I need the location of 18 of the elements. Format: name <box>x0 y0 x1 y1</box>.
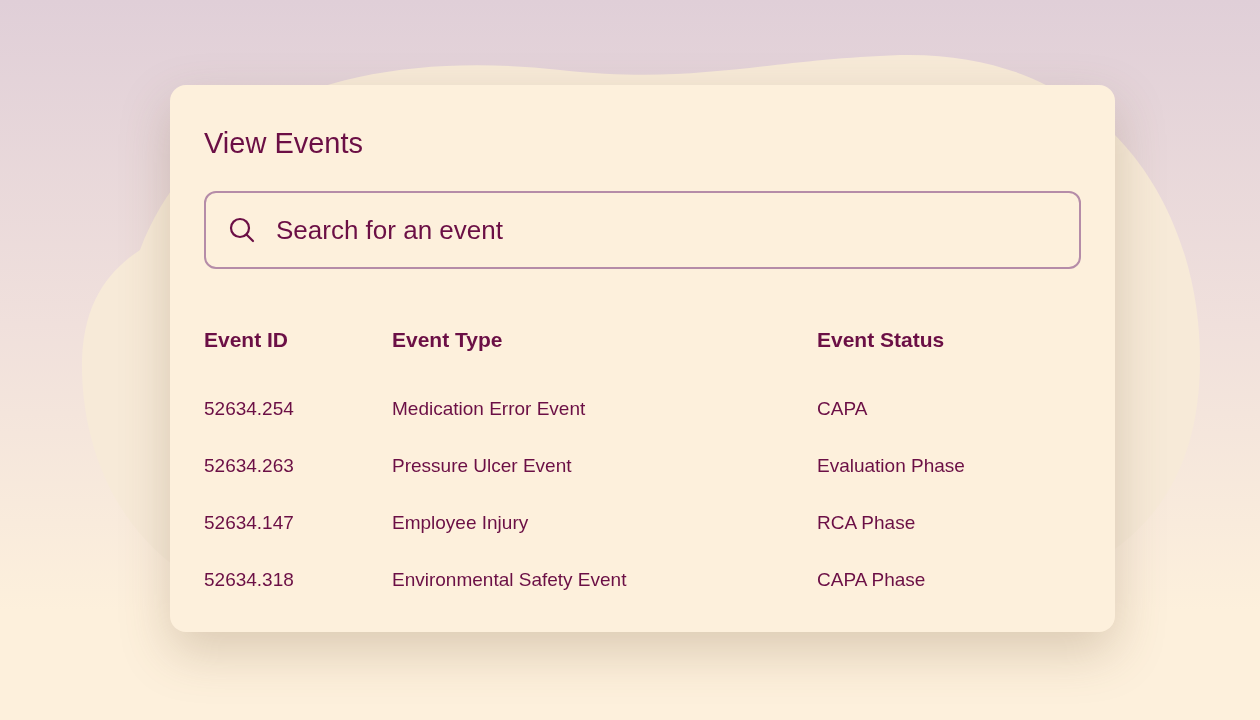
table-cell-text: RCA Phase <box>817 511 917 535</box>
table-cell-text: Medication Error Event <box>392 397 587 421</box>
column-header: Event Type <box>392 327 504 353</box>
column-header: Event ID <box>204 327 290 353</box>
table-cell-text: Employee Injury <box>392 511 530 535</box>
search-field[interactable]: Search for an event <box>204 191 1081 269</box>
table-cell-text: 52634.254 <box>204 397 295 421</box>
table-cell-text: Evaluation Phase <box>817 454 966 478</box>
table-cell-text: Environmental Safety Event <box>392 568 628 592</box>
table-cell-text: CAPA <box>817 397 869 421</box>
table-cell-text: 52634.147 <box>204 511 295 535</box>
table-cell-text: 52634.263 <box>204 454 295 478</box>
search-icon <box>228 216 256 244</box>
table-cell-text: CAPA Phase <box>817 568 927 592</box>
table-cell-text: Pressure Ulcer Event <box>392 454 573 478</box>
column-header: Event Status <box>817 327 946 353</box>
table-cell-text: 52634.318 <box>204 568 295 592</box>
page-title: View Events <box>204 126 365 161</box>
